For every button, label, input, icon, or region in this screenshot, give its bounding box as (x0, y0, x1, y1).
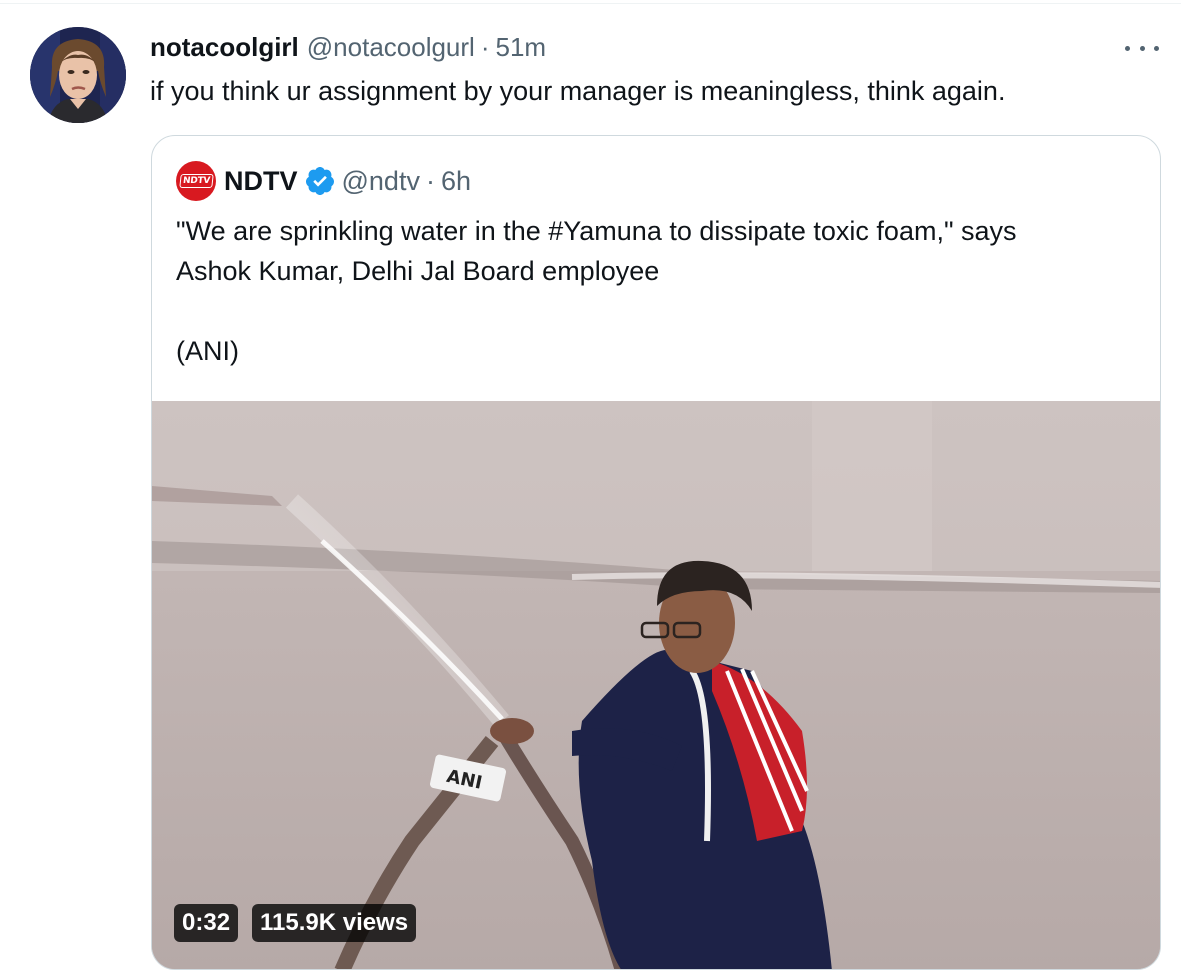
separator-dot: · (480, 31, 490, 62)
video-player[interactable]: ANI 0:32 115.9K views (152, 401, 1160, 969)
separator-dot: · (425, 165, 435, 196)
text-spacer (176, 291, 1136, 331)
quoted-timestamp[interactable]: 6h (441, 166, 471, 197)
quoted-tweet-header: NDTV NDTV @ndtv · 6h (176, 161, 471, 201)
ndtv-avatar[interactable]: NDTV (176, 161, 216, 201)
more-dot (1139, 45, 1145, 51)
quoted-handle[interactable]: @ndtv (342, 166, 420, 197)
quoted-tweet-text: "We are sprinkling water in the #Yamuna … (176, 211, 1136, 371)
video-duration-badge: 0:32 (174, 904, 239, 942)
tweet-header: notacoolgirl @notacoolgurl · 51m (150, 31, 546, 63)
quoted-display-name[interactable]: NDTV (224, 166, 298, 197)
avatar-image (30, 27, 126, 123)
more-dot (1125, 45, 1130, 51)
video-views-badge: 115.9K views (252, 904, 417, 942)
quoted-text-line: "We are sprinkling water in the #Yamuna … (176, 216, 1017, 246)
ndtv-logo-text: NDTV (178, 174, 214, 188)
user-handle[interactable]: @notacoolgurl (307, 32, 475, 63)
verified-badge-icon (305, 167, 334, 195)
video-frame: ANI (152, 401, 1160, 969)
more-options-icon[interactable] (1125, 36, 1159, 60)
quoted-text-line: Ashok Kumar, Delhi Jal Board employee (176, 256, 660, 286)
display-name[interactable]: notacoolgirl (150, 32, 299, 63)
more-dot (1154, 45, 1159, 51)
timestamp[interactable]: 51m (496, 32, 547, 63)
quoted-text-line: (ANI) (176, 336, 239, 366)
tweet-text: if you think ur assignment by your manag… (150, 76, 1006, 106)
tweet[interactable]: notacoolgirl @notacoolgurl · 51m if you … (0, 0, 1181, 980)
user-avatar[interactable] (30, 27, 126, 123)
quoted-tweet[interactable]: NDTV NDTV @ndtv · 6h "We are sprinkling … (151, 135, 1161, 970)
